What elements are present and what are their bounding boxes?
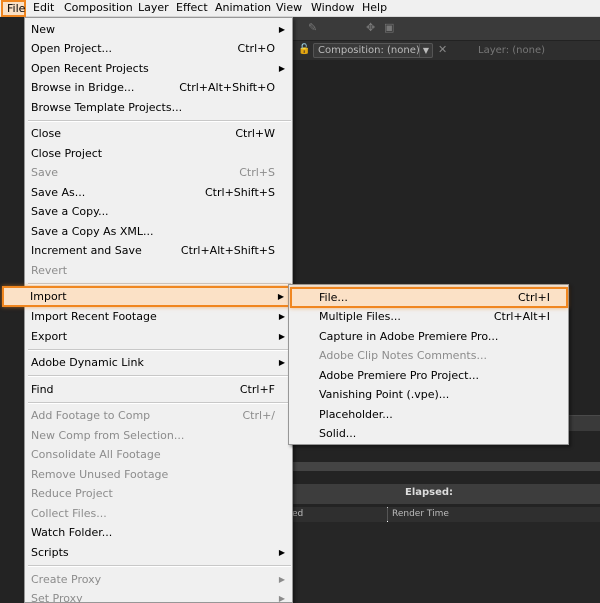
menu-separator xyxy=(28,283,291,285)
file-menu-item-revert: Revert xyxy=(31,264,68,277)
import-submenu-item-file[interactable]: File... Ctrl+I xyxy=(289,288,568,307)
menu-file[interactable]: File xyxy=(1,0,26,17)
arrow-right-icon: ▶ xyxy=(278,575,285,584)
import-submenu: File... Ctrl+I Multiple Files... Ctrl+Al… xyxy=(288,284,569,445)
file-menu-item-increment-and-save[interactable]: Increment and Save Ctrl+Alt+Shift+S xyxy=(25,241,292,260)
menu-bar: File Edit Composition Layer Effect Anima… xyxy=(0,0,600,17)
import-submenu-item-multiple-files[interactable]: Multiple Files... Ctrl+Alt+I xyxy=(289,307,568,326)
render-queue-body xyxy=(292,522,600,603)
render-col-status[interactable]: ed xyxy=(292,509,303,519)
file-menu-item-import-active[interactable]: Import ▶ xyxy=(24,287,291,306)
menu-separator xyxy=(28,375,291,377)
import-submenu-item-capture-premiere[interactable]: Capture in Adobe Premiere Pro... xyxy=(289,327,568,346)
file-menu-item-watch-folder[interactable]: Watch Folder... xyxy=(25,523,292,542)
pin-icon[interactable]: ✎ xyxy=(308,21,317,34)
menu-view[interactable]: View xyxy=(276,0,302,17)
lock-icon[interactable]: 🔓 xyxy=(298,44,310,55)
file-menu-item-set-proxy: Set Proxy ▶ xyxy=(25,589,292,603)
menu-separator xyxy=(28,565,291,567)
menu-separator xyxy=(28,120,291,122)
file-menu-item-create-proxy: Create Proxy ▶ xyxy=(25,570,292,589)
file-menu-item-save: Save Ctrl+S xyxy=(31,166,275,179)
chevron-down-icon[interactable]: ▼ xyxy=(419,44,432,57)
arrow-right-icon: ▶ xyxy=(278,64,285,73)
render-elapsed-label: Elapsed: xyxy=(405,487,454,498)
render-queue-header xyxy=(292,462,600,471)
arrow-right-icon: ▶ xyxy=(278,25,285,34)
import-submenu-item-vanishing-point[interactable]: Vanishing Point (.vpe)... xyxy=(289,385,568,404)
file-menu-item-collect-files: Collect Files... xyxy=(31,507,107,520)
app-toolbar: ✎ ✥ ▣ xyxy=(292,17,600,41)
file-menu-dropdown: New ▶ Open Project... Ctrl+O Open Recent… xyxy=(24,17,293,603)
file-menu-item-close[interactable]: Close Ctrl+W xyxy=(25,124,292,143)
file-menu-item-save-a-copy[interactable]: Save a Copy... xyxy=(25,202,292,221)
file-menu-item-browse-in-bridge[interactable]: Browse in Bridge... Ctrl+Alt+Shift+O xyxy=(25,78,292,97)
menu-separator xyxy=(28,349,291,351)
file-menu-item-export[interactable]: Export ▶ xyxy=(25,327,292,346)
file-menu-item-find[interactable]: Find Ctrl+F xyxy=(25,380,292,399)
file-menu-item-import-recent-footage[interactable]: Import Recent Footage ▶ xyxy=(25,307,292,326)
render-queue-columns: ed Render Time xyxy=(292,507,600,522)
menu-help[interactable]: Help xyxy=(362,0,387,17)
arrow-right-icon: ▶ xyxy=(278,312,285,321)
import-submenu-item-solid[interactable]: Solid... xyxy=(289,424,568,443)
file-menu-item-new-comp-from-selection: New Comp from Selection... xyxy=(31,429,185,442)
menu-separator xyxy=(28,402,291,404)
menu-layer[interactable]: Layer xyxy=(138,0,169,17)
menu-effect[interactable]: Effect xyxy=(176,0,208,17)
file-menu-item-close-project[interactable]: Close Project xyxy=(25,144,292,163)
menu-animation[interactable]: Animation xyxy=(215,0,271,17)
arrow-right-icon: ▶ xyxy=(278,594,285,603)
arrow-right-icon: ▶ xyxy=(278,332,285,341)
file-menu-item-remove-unused-footage: Remove Unused Footage xyxy=(31,468,169,481)
grid-icon[interactable]: ▣ xyxy=(384,21,394,34)
layer-tab[interactable]: Layer: (none) xyxy=(478,45,545,56)
move-icon[interactable]: ✥ xyxy=(366,21,375,34)
close-icon[interactable]: ✕ xyxy=(438,43,447,56)
file-menu-item-save-as[interactable]: Save As... Ctrl+Shift+S xyxy=(25,183,292,202)
file-menu-item-adobe-dynamic-link[interactable]: Adobe Dynamic Link ▶ xyxy=(25,353,292,372)
file-menu-item-reduce-project: Reduce Project xyxy=(31,487,113,500)
arrow-right-icon: ▶ xyxy=(278,548,285,557)
file-menu-item-save-copy-as-xml[interactable]: Save a Copy As XML... xyxy=(25,222,292,241)
arrow-right-icon: ▶ xyxy=(278,358,285,367)
menu-composition[interactable]: Composition xyxy=(64,0,133,17)
import-submenu-item-clip-notes: Adobe Clip Notes Comments... xyxy=(319,349,487,362)
file-menu-item-open-recent-projects[interactable]: Open Recent Projects ▶ xyxy=(25,59,292,78)
render-elapsed-bar: Elapsed: xyxy=(292,484,600,504)
composition-tab[interactable]: Composition: (none) ▼ xyxy=(313,43,433,58)
file-menu-item-scripts[interactable]: Scripts ▶ xyxy=(25,543,292,562)
file-menu-item-browse-template-projects[interactable]: Browse Template Projects... xyxy=(25,98,292,117)
file-menu-item-new[interactable]: New ▶ xyxy=(25,20,292,39)
file-menu-item-consolidate-all-footage: Consolidate All Footage xyxy=(31,448,161,461)
menu-window[interactable]: Window xyxy=(311,0,354,17)
file-menu-item-add-footage-to-comp: Add Footage to Comp Ctrl+/ xyxy=(31,409,275,422)
import-submenu-item-placeholder[interactable]: Placeholder... xyxy=(289,405,568,424)
import-submenu-item-premiere-project[interactable]: Adobe Premiere Pro Project... xyxy=(289,366,568,385)
menu-edit[interactable]: Edit xyxy=(33,0,54,17)
render-col-render-time[interactable]: Render Time xyxy=(392,509,449,519)
composition-tab-label: Composition: (none) xyxy=(318,45,420,56)
file-menu-item-open-project[interactable]: Open Project... Ctrl+O xyxy=(25,39,292,58)
arrow-right-icon: ▶ xyxy=(277,292,284,301)
column-divider[interactable] xyxy=(387,507,388,522)
